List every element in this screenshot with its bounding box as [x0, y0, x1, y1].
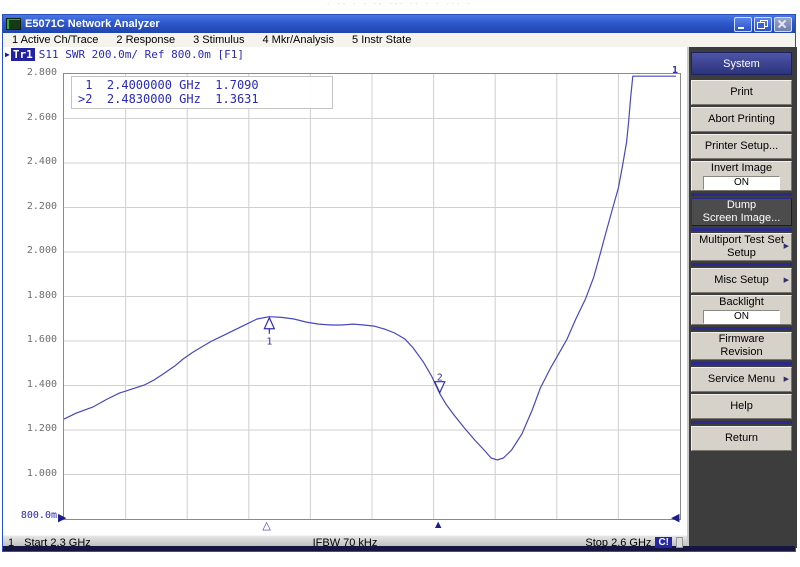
- softkey-misc-setup[interactable]: Misc Setup ▶: [691, 268, 792, 293]
- softkey-firmware-revision[interactable]: Firmware Revision: [691, 332, 792, 360]
- menu-item-1-active-ch-trace[interactable]: 1 Active Ch/Trace: [3, 34, 107, 46]
- softkey-backlight[interactable]: BacklightON: [691, 295, 792, 325]
- y-axis-tick-label: 1.000: [27, 468, 57, 479]
- softkey-separator: [691, 421, 792, 424]
- softkey-help[interactable]: Help: [691, 394, 792, 419]
- trace-status-line: ▶ Tr1 S11 SWR 200.0m/ Ref 800.0m [F1]: [5, 47, 244, 61]
- submenu-arrow-icon: ▶: [784, 372, 789, 385]
- trace-plot: 121: [64, 74, 680, 519]
- top-artifact: - -- - - -- --- -- - - --- -: [0, 1, 800, 8]
- softkey-print[interactable]: Print: [691, 80, 792, 105]
- softkey-label: Service Menu: [708, 373, 775, 386]
- page: - -- - - -- --- -- - - --- - E5071C Netw…: [0, 0, 800, 567]
- menu-item-4-mkr-analysis[interactable]: 4 Mkr/Analysis: [253, 34, 343, 46]
- softkey-label: Printer Setup...: [705, 140, 778, 153]
- y-axis-tick-label: 1.800: [27, 290, 57, 301]
- softkey-label: Multiport Test Set Setup: [699, 234, 784, 260]
- softkey-separator: [691, 228, 792, 231]
- y-axis-tick-label: 2.200: [27, 201, 57, 212]
- menu-item-5-instr-state[interactable]: 5 Instr State: [343, 34, 420, 46]
- softkey-separator: [691, 327, 792, 330]
- toggle-state: ON: [703, 310, 780, 324]
- trace-settings-text: S11 SWR 200.0m/ Ref 800.0m [F1]: [39, 48, 244, 61]
- ref-level-label: 800.0m: [21, 510, 57, 521]
- marker-2-stimulus-indicator-icon: ▲: [433, 519, 444, 531]
- y-axis-tick-label: 1.400: [27, 379, 57, 390]
- y-axis-tick-label: 2.800: [27, 67, 57, 78]
- marker-1-label: 1: [266, 337, 272, 348]
- close-button[interactable]: [774, 17, 792, 32]
- softkey-separator: [691, 362, 792, 365]
- y-axis-tick-label: 2.000: [27, 245, 57, 256]
- softkey-label: Return: [725, 432, 758, 445]
- softkey-menu-title[interactable]: System: [691, 52, 792, 75]
- y-axis-tick-label: 2.400: [27, 156, 57, 167]
- softkey-list: Print Abort Printing Printer Setup... Inver…: [689, 80, 797, 451]
- softkey-label: Misc Setup: [714, 274, 768, 287]
- title-bar[interactable]: E5071C Network Analyzer: [3, 15, 795, 33]
- softkey-sidebar: System Print Abort Printing Printer Setup.…: [687, 47, 797, 548]
- y-axis-tick-label: 1.200: [27, 423, 57, 434]
- softkey-label: Backlight: [719, 296, 764, 309]
- window-controls: [734, 17, 792, 32]
- minimize-button[interactable]: [734, 17, 752, 32]
- softkey-service-menu[interactable]: Service Menu ▶: [691, 367, 792, 392]
- trace-number-label: 1: [672, 65, 678, 76]
- softkey-label: Help: [730, 400, 753, 413]
- softkey-separator: [691, 263, 792, 266]
- stop-frequency-label: Stop 2.6 GHz: [585, 537, 651, 549]
- softkey-multiport-test-set-setup[interactable]: Multiport Test Set Setup▶: [691, 233, 792, 261]
- graticule: 121 1 2.4000000 GHz 1.7090 >2 2.4830000 …: [63, 73, 681, 520]
- ref-level-indicator-right-icon: ◀: [671, 511, 679, 524]
- app-icon: [6, 18, 21, 30]
- softkey-abort-printing[interactable]: Abort Printing: [691, 107, 792, 132]
- restore-button[interactable]: [754, 17, 772, 32]
- softkey-label: Invert Image: [711, 162, 772, 175]
- badge-spacer: [676, 537, 683, 548]
- y-axis-tick-label: 2.600: [27, 112, 57, 123]
- app-window: E5071C Network Analyzer 1 Active Ch/Trac…: [2, 14, 796, 552]
- marker-1-stimulus-indicator-icon: △: [262, 519, 270, 532]
- softkey-label: Abort Printing: [708, 113, 775, 126]
- menu-item-2-response[interactable]: 2 Response: [107, 34, 184, 46]
- marker-readout-line-2: >2 2.4830000 GHz 1.3631: [78, 92, 332, 106]
- softkey-dump-screen-image[interactable]: Dump Screen Image...: [691, 198, 792, 226]
- marker-readout-line-1: 1 2.4000000 GHz 1.7090: [78, 78, 332, 92]
- softkey-printer-setup[interactable]: Printer Setup...: [691, 134, 792, 159]
- y-axis-labels: 2.8002.6002.4002.2002.0001.8001.6001.400…: [3, 73, 59, 518]
- menu-bar: 1 Active Ch/Trace2 Response3 Stimulus4 M…: [3, 33, 795, 48]
- marker-readout: 1 2.4000000 GHz 1.7090 >2 2.4830000 GHz …: [71, 76, 333, 109]
- submenu-arrow-icon: ▶: [784, 273, 789, 286]
- softkey-separator: [691, 193, 792, 196]
- toggle-state: ON: [703, 176, 780, 190]
- window-title: E5071C Network Analyzer: [25, 18, 734, 30]
- y-axis-tick-label: 1.600: [27, 334, 57, 345]
- correction-status-badge: C!: [655, 537, 672, 548]
- minimize-icon: [738, 27, 744, 29]
- softkey-label: Firmware Revision: [719, 333, 765, 359]
- submenu-arrow-icon: ▶: [784, 240, 789, 253]
- softkey-invert-image[interactable]: Invert ImageON: [691, 161, 792, 191]
- instrument-display: ▶ Tr1 S11 SWR 200.0m/ Ref 800.0m [F1] 2.…: [3, 47, 687, 548]
- softkey-return[interactable]: Return: [691, 426, 792, 451]
- menu-item-3-stimulus[interactable]: 3 Stimulus: [184, 34, 253, 46]
- ref-level-indicator-left-icon: ▶: [58, 511, 66, 524]
- swr-trace: [64, 76, 676, 460]
- softkey-label: Print: [730, 86, 753, 99]
- softkey-label: Dump Screen Image...: [703, 199, 781, 225]
- trace-label: Tr1: [11, 48, 35, 61]
- active-trace-indicator-icon: ▶: [5, 50, 10, 59]
